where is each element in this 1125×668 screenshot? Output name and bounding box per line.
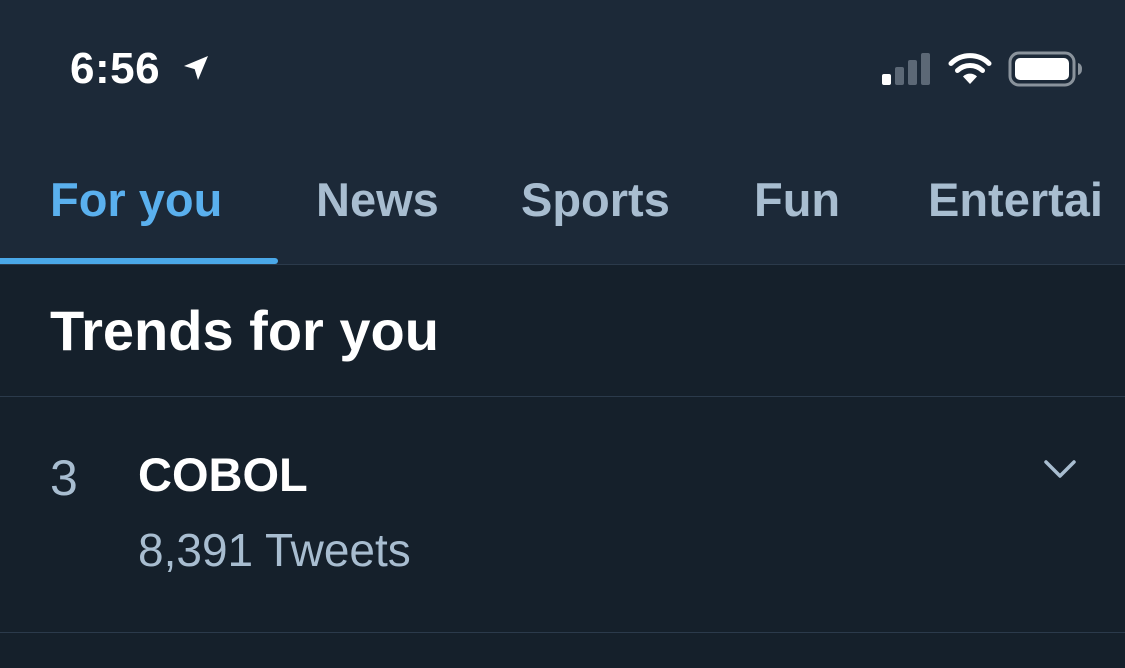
trend-rank: 3 <box>50 450 78 506</box>
battery-icon <box>1008 51 1082 87</box>
location-arrow-icon <box>184 56 208 80</box>
header-area: 6:56 For you News Sports Fun Entertai <box>0 0 1125 264</box>
explore-tabs: For you News Sports Fun Entertai <box>0 140 1125 264</box>
trend-tweet-count: 8,391 Tweets <box>138 524 411 576</box>
tabs-divider <box>0 264 1125 265</box>
wifi-icon <box>948 53 992 84</box>
trend-name: COBOL <box>138 448 308 501</box>
status-bar: 6:56 <box>0 0 1125 130</box>
status-time: 6:56 <box>70 44 161 93</box>
tab-for-you[interactable]: For you <box>50 172 222 227</box>
cellular-signal-icon <box>882 53 930 85</box>
trend-item[interactable]: 3 COBOL 8,391 Tweets <box>0 397 1125 632</box>
tab-entertainment[interactable]: Entertai <box>928 172 1103 227</box>
tab-news[interactable]: News <box>316 172 439 227</box>
tab-fun[interactable]: Fun <box>754 172 840 227</box>
trend-divider <box>0 632 1125 633</box>
tab-sports[interactable]: Sports <box>521 172 670 227</box>
chevron-down-icon[interactable] <box>1040 455 1080 483</box>
section-title: Trends for you <box>50 299 439 362</box>
